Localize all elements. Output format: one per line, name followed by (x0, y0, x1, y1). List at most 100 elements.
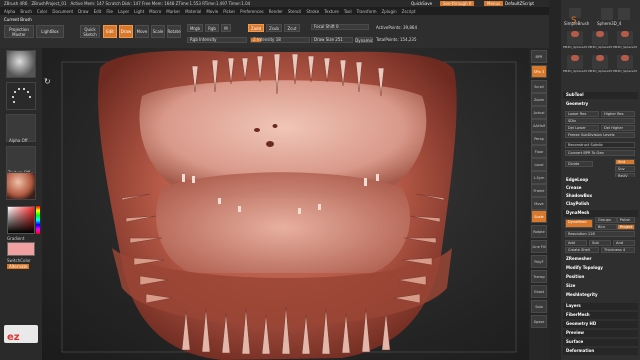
del-lower-button[interactable]: Del Lower (565, 125, 599, 131)
mrgb-button[interactable]: Mrgb (187, 24, 203, 32)
menu-tool[interactable]: Tool (344, 9, 352, 14)
refresh-icon[interactable]: ↻ (44, 78, 52, 86)
menu-layer[interactable]: Layer (118, 9, 129, 14)
quick-sketch-button[interactable]: Quick Sketch (80, 25, 100, 38)
shelf-persp-button[interactable]: Persp (531, 132, 547, 145)
lightbox-button[interactable]: LightBox (36, 25, 64, 38)
blur-slider[interactable]: Blur (595, 224, 617, 230)
shelf-local-button[interactable]: Local (531, 158, 547, 171)
menu-document[interactable]: Document (52, 9, 73, 14)
higher-res-button[interactable]: Higher Res (601, 111, 635, 117)
subtool-header[interactable]: SubTool (563, 92, 638, 99)
resolution-slider[interactable]: Resolution 128 (565, 231, 635, 237)
zsub-button[interactable]: Zsub (266, 24, 282, 32)
layers-header[interactable]: Layers (563, 303, 638, 310)
rgb-intensity-slider[interactable]: Rgb Intensity (187, 37, 247, 43)
smt-toggle[interactable]: Smt (615, 159, 635, 165)
rotate-button[interactable]: Rotate (167, 25, 181, 38)
reconstruct-subdiv-button[interactable]: Reconstruct Subdiv (565, 142, 635, 148)
menu-stroke[interactable]: Stroke (306, 9, 319, 14)
shelf-frame-button[interactable]: Frame (531, 184, 547, 197)
zadd-button[interactable]: Zadd (248, 24, 264, 32)
create-shell-button[interactable]: Create Shell (565, 247, 599, 253)
crease-header[interactable]: Crease (563, 185, 638, 192)
main-color-swatch[interactable] (7, 242, 35, 256)
alternate-button[interactable]: Alternate (7, 264, 30, 269)
draw-size-slider[interactable]: Draw Size 251 (311, 37, 353, 43)
menu-light[interactable]: Light (134, 9, 144, 14)
shelf-zoom-button[interactable]: Zoom (531, 93, 547, 106)
sphere-thumb[interactable] (601, 8, 613, 20)
dynamic-button[interactable]: Dynamic (355, 37, 373, 43)
dynamesh-button[interactable]: DynaMesh (565, 219, 593, 228)
m-button[interactable]: M (221, 24, 231, 32)
shelf-solo-button[interactable]: Solo (531, 300, 547, 313)
shelf-floor-button[interactable]: Floor (531, 145, 547, 158)
sphere-thumb-2[interactable] (618, 8, 630, 20)
menu-zscript[interactable]: Zscript (402, 9, 416, 14)
modify-topology-header[interactable]: Modify Topology (563, 265, 638, 272)
shelf-polyf-button[interactable]: PolyF (531, 255, 547, 268)
shelf-bpr-button[interactable]: BPR (531, 50, 547, 63)
color-picker[interactable] (7, 206, 35, 234)
freeze-subdiv-button[interactable]: Freeze SubDivision Levels (565, 132, 635, 138)
creature-mouth-model[interactable] (42, 48, 529, 360)
tool-thumb[interactable]: PM3D_Sphere3D_6 (613, 27, 637, 49)
switch-color-label[interactable]: SwitchColor (7, 258, 31, 263)
del-higher-button[interactable]: Del Higher (601, 125, 635, 131)
meshintegrity-header[interactable]: MeshIntegrity (563, 292, 638, 299)
lower-res-button[interactable]: Lower Res (565, 111, 599, 117)
shelf-scale-button[interactable]: Scale (531, 210, 547, 223)
shelf-move-button[interactable]: Move (531, 197, 547, 210)
menu-brush[interactable]: Brush (20, 9, 32, 14)
sdiv-slider[interactable]: SDiv (565, 118, 635, 124)
groups-toggle[interactable]: Groups (595, 217, 617, 223)
menu-render[interactable]: Render (269, 9, 283, 14)
quicksave-button[interactable]: QuickSave (408, 1, 435, 6)
scale-button[interactable]: Scale (151, 25, 165, 38)
surface-header[interactable]: Surface (563, 339, 638, 346)
menu-edit[interactable]: Edit (94, 9, 102, 14)
canvas-viewport[interactable]: ↻ (42, 48, 529, 360)
rgb-button[interactable]: Rgb (205, 24, 219, 32)
thickness-slider[interactable]: Thickness 4 (601, 247, 635, 253)
projection-master-button[interactable]: Projection Master (4, 25, 34, 38)
tray-scrollbar[interactable] (549, 0, 561, 360)
position-header[interactable]: Position (563, 274, 638, 281)
menu-picker[interactable]: Picker (223, 9, 235, 14)
shelf-ghost-button[interactable]: Ghost (531, 285, 547, 298)
menu-texture[interactable]: Texture (324, 9, 339, 14)
shelf-l-sym-button[interactable]: L.Sym (531, 171, 547, 184)
menu-alpha[interactable]: Alpha (4, 9, 15, 14)
move-button[interactable]: Move (135, 25, 149, 38)
menu-movie[interactable]: Movie (206, 9, 218, 14)
tool-thumb[interactable]: PM3D_Sphere3D_9 (613, 51, 637, 73)
sub-button[interactable]: Sub (589, 240, 611, 246)
shelf-spix-3-button[interactable]: SPix 3 (531, 65, 547, 78)
convert-bpr-button[interactable]: Convert BPR To Geo (565, 150, 635, 156)
tool-thumb[interactable]: PM3D_Sphere3D_7 (563, 51, 587, 73)
menus-button[interactable]: Menus (484, 1, 504, 6)
menu-macro[interactable]: Macro (149, 9, 161, 14)
zremesher-header[interactable]: ZRemesher (563, 256, 638, 263)
tool-thumb[interactable]: PM3D_Sphere3D_5 (588, 27, 612, 49)
menu-marker[interactable]: Marker (166, 9, 180, 14)
menu-material[interactable]: Material (185, 9, 201, 14)
shelf-rotate-button[interactable]: Rotate (531, 225, 547, 238)
add-button[interactable]: Add (565, 240, 587, 246)
material-thumbnail[interactable] (6, 172, 36, 200)
geometry-hd-header[interactable]: Geometry HD (563, 321, 638, 328)
preview-header[interactable]: Preview (563, 330, 638, 337)
z-intensity-slider[interactable]: Z Intensity 18 (250, 37, 310, 43)
and-button[interactable]: And (613, 240, 635, 246)
geometry-header[interactable]: Geometry (563, 101, 638, 108)
default-script-button[interactable]: DefaultZScript (502, 1, 537, 6)
shelf-transp-button[interactable]: Transp (531, 270, 547, 283)
project-toggle[interactable]: Project (617, 224, 635, 230)
tool-thumb[interactable]: PM3D_Sphere3D_4 (563, 27, 587, 49)
claypolish-header[interactable]: ClayPolish (563, 201, 638, 208)
size-header[interactable]: Size (563, 283, 638, 290)
dynamesh-header[interactable]: DynaMesh (563, 210, 638, 217)
shelf-scroll-button[interactable]: Scroll (531, 80, 547, 93)
shelf-actual-button[interactable]: Actual (531, 106, 547, 119)
